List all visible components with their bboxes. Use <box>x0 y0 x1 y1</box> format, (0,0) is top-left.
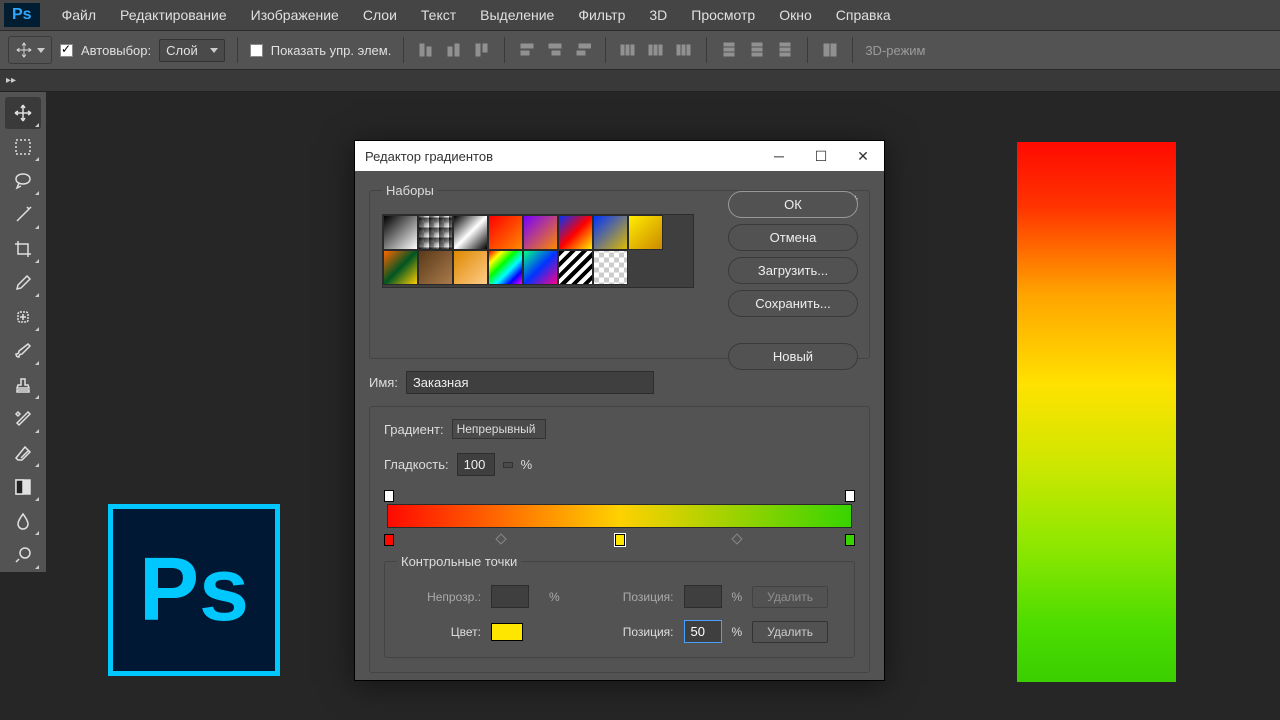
menu-3d[interactable]: 3D <box>637 7 679 23</box>
opacity-input <box>491 585 529 608</box>
panel-expand[interactable]: ▸▸ <box>0 70 1280 92</box>
align-icon[interactable] <box>416 40 436 60</box>
close-icon[interactable]: ✕ <box>842 141 884 171</box>
smoothness-dropdown[interactable] <box>503 462 513 468</box>
photoshop-logo-large: Ps <box>108 504 280 676</box>
dist-icon[interactable] <box>775 40 795 60</box>
dist-icon[interactable] <box>820 40 840 60</box>
stops-fieldset: Контрольные точки Непрозр.: % Позиция: %… <box>384 554 855 658</box>
gradient-preview-canvas <box>1017 142 1176 682</box>
color-label: Цвет: <box>411 625 481 639</box>
gradient-editor-dialog: Редактор градиентов ─ ☐ ✕ Наборы ⚙ֹ <box>354 140 885 681</box>
autoselect-target[interactable]: Слой <box>159 39 225 62</box>
opacity-pos-input <box>684 585 722 608</box>
align-icon[interactable] <box>444 40 464 60</box>
stamp-tool[interactable] <box>5 369 41 401</box>
midpoint-stop[interactable] <box>495 533 506 544</box>
presets-grid[interactable] <box>382 214 694 288</box>
ok-button[interactable]: ОК <box>728 191 858 218</box>
load-button[interactable]: Загрузить... <box>728 257 858 284</box>
brush-tool[interactable] <box>5 335 41 367</box>
options-bar: Автовыбор: Слой Показать упр. элем. 3D-р… <box>0 30 1280 70</box>
dodge-tool[interactable] <box>5 539 41 571</box>
menu-file[interactable]: Файл <box>50 7 108 23</box>
color-stop-selected[interactable] <box>615 534 625 546</box>
color-stop[interactable] <box>384 534 394 546</box>
cancel-button[interactable]: Отмена <box>728 224 858 251</box>
save-button[interactable]: Сохранить... <box>728 290 858 317</box>
dialog-title: Редактор градиентов <box>365 149 493 164</box>
midpoint-stop[interactable] <box>731 533 742 544</box>
menu-window[interactable]: Окно <box>767 7 824 23</box>
align-icon[interactable] <box>517 40 537 60</box>
opacity-stop[interactable] <box>384 490 394 502</box>
marquee-tool[interactable] <box>5 131 41 163</box>
menu-select[interactable]: Выделение <box>468 7 566 23</box>
eyedropper-tool[interactable] <box>5 267 41 299</box>
presets-label: Наборы <box>382 183 438 198</box>
color-swatch[interactable] <box>491 623 523 641</box>
delete-opacity-button: Удалить <box>752 586 828 608</box>
name-input[interactable] <box>406 371 654 394</box>
new-button[interactable]: Новый <box>728 343 858 370</box>
align-icon[interactable] <box>573 40 593 60</box>
menu-text[interactable]: Текст <box>409 7 468 23</box>
menu-image[interactable]: Изображение <box>239 7 351 23</box>
blur-tool[interactable] <box>5 505 41 537</box>
menu-filter[interactable]: Фильтр <box>566 7 637 23</box>
align-icon[interactable] <box>545 40 565 60</box>
autoselect-checkbox[interactable] <box>60 44 73 57</box>
opacity-stop[interactable] <box>845 490 855 502</box>
maximize-icon[interactable]: ☐ <box>800 141 842 171</box>
dist-icon[interactable] <box>646 40 666 60</box>
delete-color-button[interactable]: Удалить <box>752 621 828 643</box>
menu-help[interactable]: Справка <box>824 7 903 23</box>
history-brush-tool[interactable] <box>5 403 41 435</box>
minimize-icon[interactable]: ─ <box>758 141 800 171</box>
smoothness-label: Гладкость: <box>384 457 449 472</box>
name-label: Имя: <box>369 375 398 390</box>
stops-label: Контрольные точки <box>397 554 521 569</box>
showctrl-checkbox[interactable] <box>250 44 263 57</box>
3d-mode-label[interactable]: 3D-режим <box>865 43 925 58</box>
dist-icon[interactable] <box>618 40 638 60</box>
dist-icon[interactable] <box>719 40 739 60</box>
gradient-bar[interactable] <box>384 490 855 546</box>
dialog-button-column: ОК Отмена Загрузить... Сохранить... Новы… <box>728 191 858 370</box>
tool-indicator[interactable] <box>8 36 52 64</box>
menu-edit[interactable]: Редактирование <box>108 7 239 23</box>
toolbox <box>0 92 46 572</box>
color-stop[interactable] <box>845 534 855 546</box>
autoselect-label: Автовыбор: <box>81 43 151 58</box>
align-icon[interactable] <box>472 40 492 60</box>
color-pos-input[interactable] <box>684 620 722 643</box>
menu-view[interactable]: Просмотр <box>679 7 767 23</box>
dialog-titlebar[interactable]: Редактор градиентов ─ ☐ ✕ <box>355 141 884 171</box>
gradient-settings-fieldset: Градиент: Непрерывный Гладкость: % К <box>369 406 870 673</box>
smoothness-input[interactable] <box>457 453 495 476</box>
gradient-type-label: Градиент: <box>384 422 444 437</box>
gradient-tool[interactable] <box>5 471 41 503</box>
pos-label: Позиция: <box>604 590 674 604</box>
ps-logo: Ps <box>4 3 40 27</box>
dist-icon[interactable] <box>747 40 767 60</box>
pct-label: % <box>521 457 533 472</box>
pos-label: Позиция: <box>604 625 674 639</box>
gradient-type-select[interactable]: Непрерывный <box>452 419 547 439</box>
menubar: Ps Файл Редактирование Изображение Слои … <box>0 0 1280 30</box>
menu-layers[interactable]: Слои <box>351 7 409 23</box>
move-tool[interactable] <box>5 97 41 129</box>
crop-tool[interactable] <box>5 233 41 265</box>
heal-tool[interactable] <box>5 301 41 333</box>
dist-icon[interactable] <box>674 40 694 60</box>
lasso-tool[interactable] <box>5 165 41 197</box>
showctrl-label: Показать упр. элем. <box>271 43 392 58</box>
opacity-label: Непрозр.: <box>411 590 481 604</box>
eraser-tool[interactable] <box>5 437 41 469</box>
wand-tool[interactable] <box>5 199 41 231</box>
